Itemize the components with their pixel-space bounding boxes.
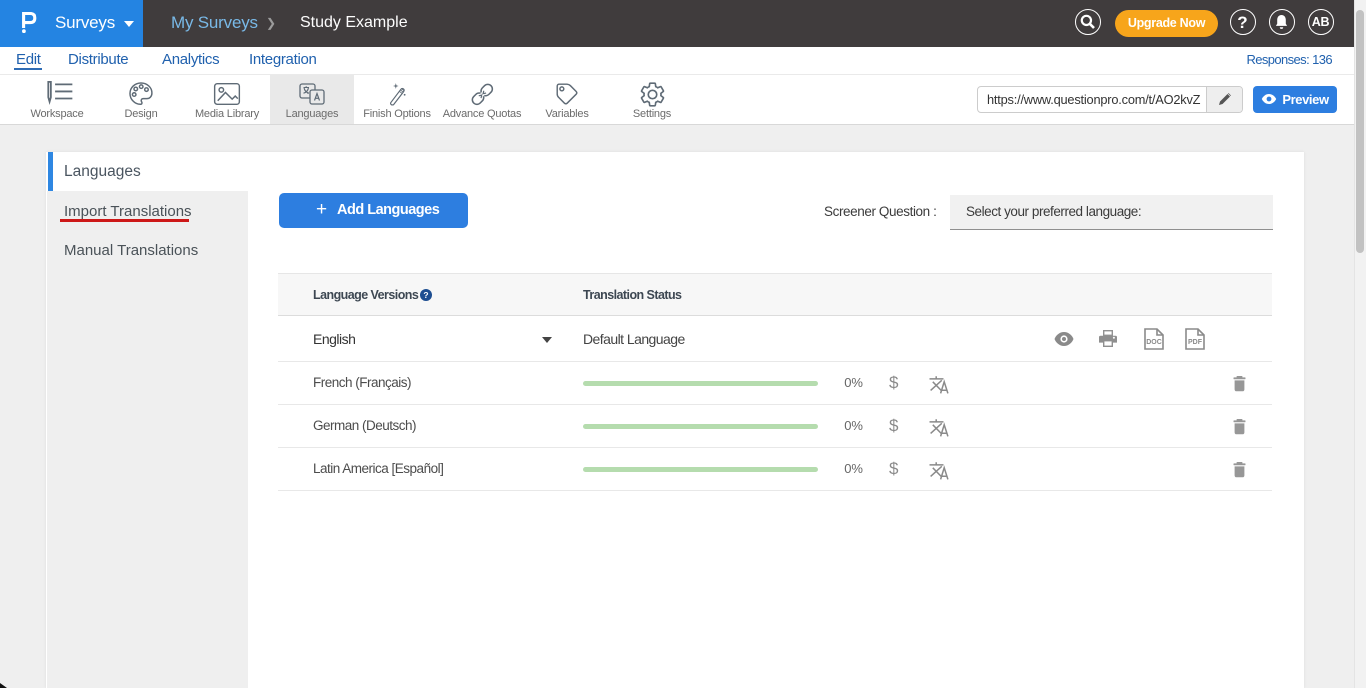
svg-text:?: ? <box>423 290 428 300</box>
svg-text:PDF: PDF <box>1188 339 1203 346</box>
svg-text:DOC: DOC <box>1146 339 1162 346</box>
